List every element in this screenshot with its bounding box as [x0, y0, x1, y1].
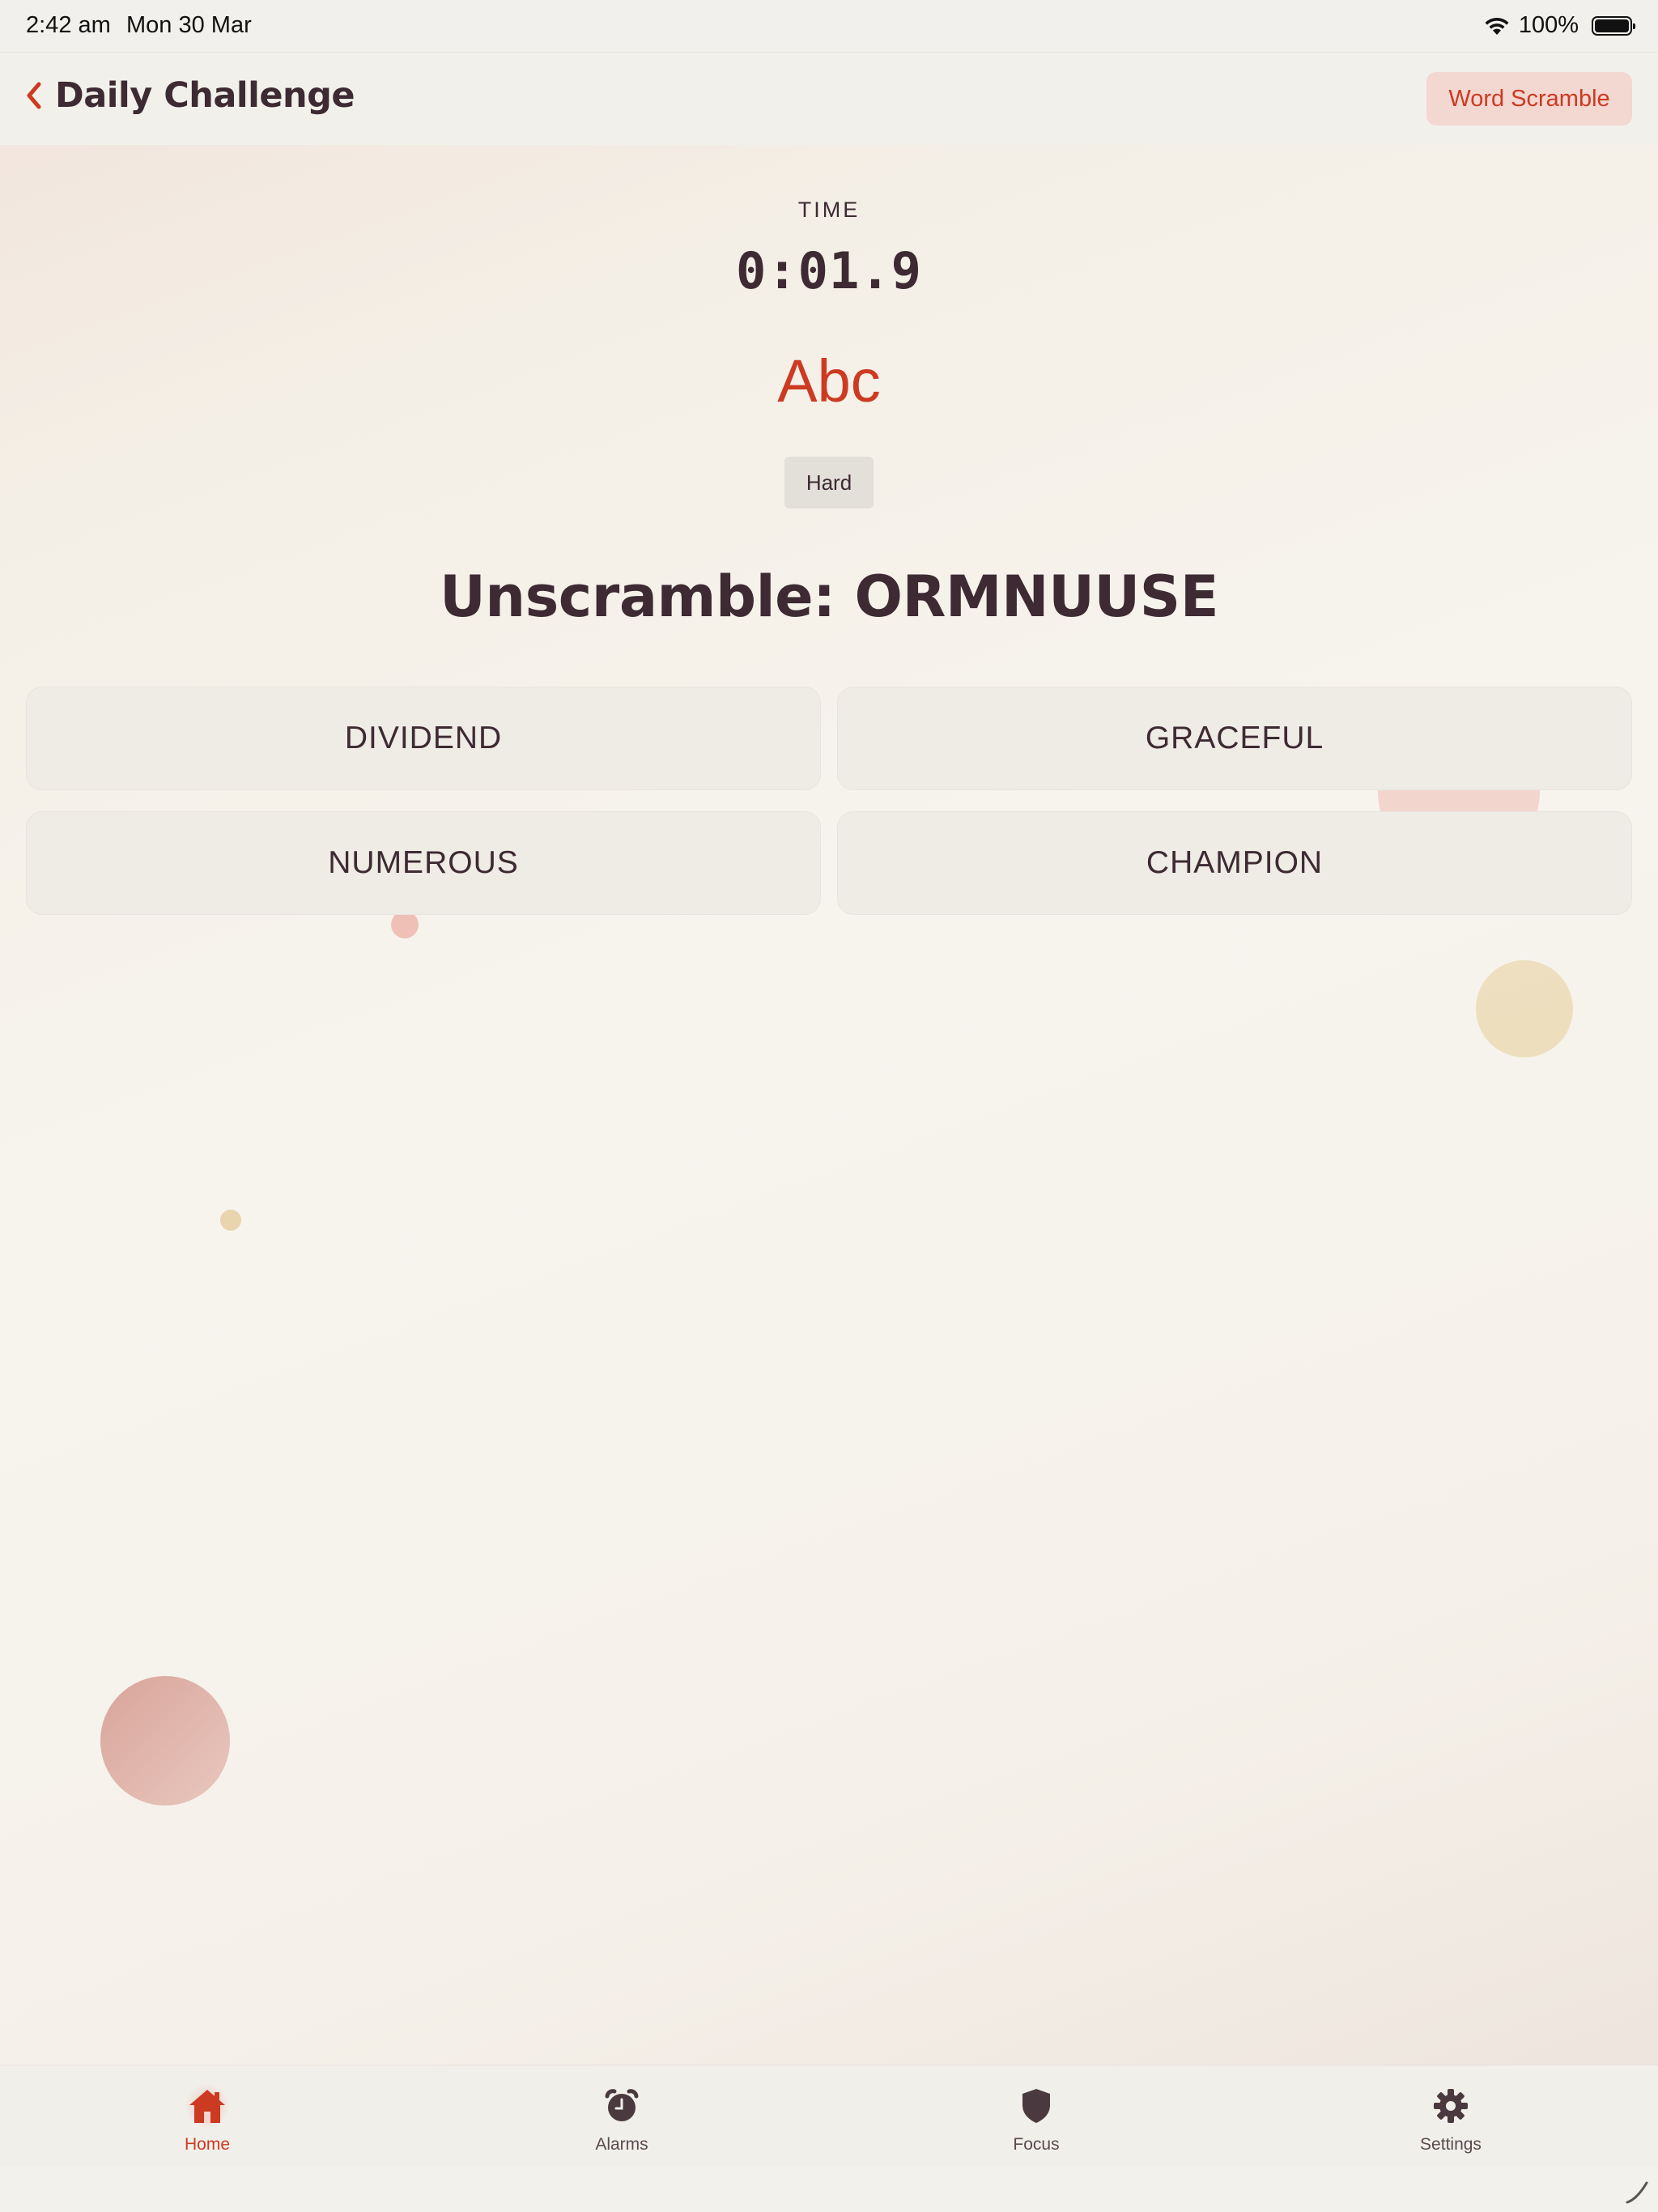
scramble-prompt: Unscramble: ORMNUUSE: [439, 564, 1219, 630]
answer-option[interactable]: NUMEROUS: [26, 811, 821, 915]
shield-icon: [1014, 2083, 1059, 2129]
tab-label: Settings: [1420, 2135, 1482, 2154]
timer-display: 0:01.9: [736, 241, 922, 300]
status-date: Mon 30 Mar: [126, 12, 252, 38]
wifi-icon: [1485, 17, 1509, 35]
nav-header: Daily Challenge Word Scramble: [0, 52, 1658, 145]
page-title: Daily Challenge: [55, 75, 355, 116]
tab-alarms[interactable]: Alarms: [414, 2065, 829, 2167]
tab-label: Home: [184, 2135, 231, 2154]
status-bar: 2:42 am Mon 30 Mar 100%: [0, 0, 1658, 52]
difficulty-badge: Hard: [784, 457, 874, 508]
status-time: 2:42 am: [26, 12, 111, 38]
home-icon: [185, 2083, 230, 2129]
tab-label: Alarms: [595, 2135, 648, 2154]
tab-bar: Home Alarms Focus Settings: [0, 2065, 1658, 2167]
answer-option[interactable]: CHAMPION: [837, 811, 1632, 915]
alarm-clock-icon: [599, 2083, 644, 2129]
back-button[interactable]: Daily Challenge: [23, 75, 355, 116]
answer-option[interactable]: GRACEFUL: [837, 687, 1632, 790]
status-indicators: 100%: [1483, 12, 1635, 39]
battery-icon: [1592, 15, 1635, 36]
tab-home[interactable]: Home: [0, 2065, 414, 2167]
tab-label: Focus: [1013, 2135, 1060, 2154]
decorative-bubble: [1476, 960, 1573, 1057]
word-mode-icon: Abc: [777, 347, 881, 415]
time-label: TIME: [797, 198, 861, 222]
answer-option[interactable]: DIVIDEND: [26, 687, 821, 790]
decorative-bubble: [220, 1210, 241, 1231]
gear-icon: [1428, 2083, 1473, 2129]
decorative-bubble: [391, 911, 419, 938]
home-indicator-area: [0, 2167, 1658, 2212]
tab-settings[interactable]: Settings: [1244, 2065, 1658, 2167]
answer-options: DIVIDEND GRACEFUL NUMEROUS CHAMPION: [26, 687, 1632, 915]
resize-handle-icon: [1626, 2181, 1648, 2204]
decorative-bubble: [100, 1676, 230, 1806]
game-mode-button[interactable]: Word Scramble: [1426, 72, 1632, 125]
battery-percent: 100%: [1518, 12, 1579, 38]
tab-focus[interactable]: Focus: [829, 2065, 1244, 2167]
chevron-left-icon: [27, 82, 41, 109]
